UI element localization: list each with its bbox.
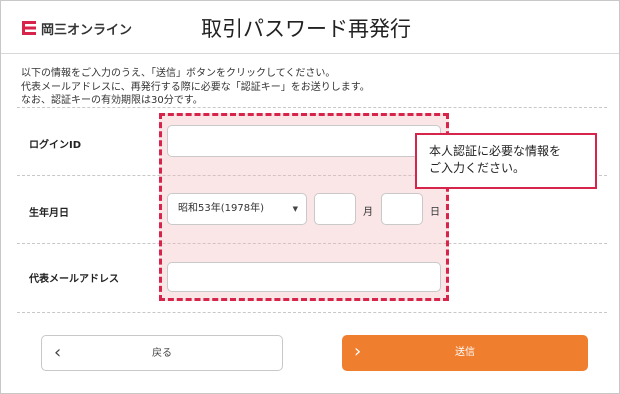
callout-line: 本人認証に必要な情報を [429, 144, 562, 158]
page-title: 取引パスワード再発行 [201, 17, 411, 41]
brand-name: 岡三オンライン [41, 22, 133, 38]
birth-year-value: 昭和53年(1978年) [178, 203, 264, 214]
birth-month-input[interactable] [314, 193, 356, 225]
send-button-label: 送信 [455, 347, 475, 358]
callout-line: ご入力ください。 [429, 161, 526, 175]
login-id-input[interactable] [167, 125, 441, 157]
intro-line: なお、認証キーの有効期限は30分です。 [21, 95, 203, 106]
okasan-logo-icon [22, 21, 36, 35]
intro-line: 代表メールアドレスに、再発行する際に必要な「認証キー」をお送りします。 [21, 81, 370, 93]
send-button[interactable]: › 送信 [342, 335, 588, 371]
day-unit: 日 [430, 207, 440, 218]
birth-day-input[interactable] [381, 193, 423, 225]
intro-line: 以下の情報をご入力のうえ、「送信」ボタンをクリックしてください。 [21, 68, 336, 79]
brand-logo[interactable]: 岡三オンライン [21, 18, 132, 38]
login-id-label: ログインID [29, 140, 82, 151]
birth-year-select[interactable]: 昭和53年(1978年) ▼ [167, 193, 307, 225]
intro-text: 以下の情報をご入力のうえ、「送信」ボタンをクリックしてください。 代表メールアド… [21, 67, 370, 108]
instruction-callout: 本人認証に必要な情報を ご入力ください。 [415, 133, 597, 189]
back-button-label: 戻る [152, 348, 172, 359]
month-unit: 月 [363, 207, 373, 218]
email-label: 代表メールアドレス [29, 274, 119, 285]
email-input[interactable] [167, 262, 441, 292]
header: 岡三オンライン 取引パスワード再発行 [1, 1, 619, 54]
window-frame: 岡三オンライン 取引パスワード再発行 以下の情報をご入力のうえ、「送信」ボタンを… [0, 0, 620, 394]
dropdown-arrow-icon: ▼ [292, 205, 298, 213]
back-button[interactable]: ‹ 戻る [41, 335, 283, 371]
birthdate-label: 生年月日 [29, 208, 69, 219]
